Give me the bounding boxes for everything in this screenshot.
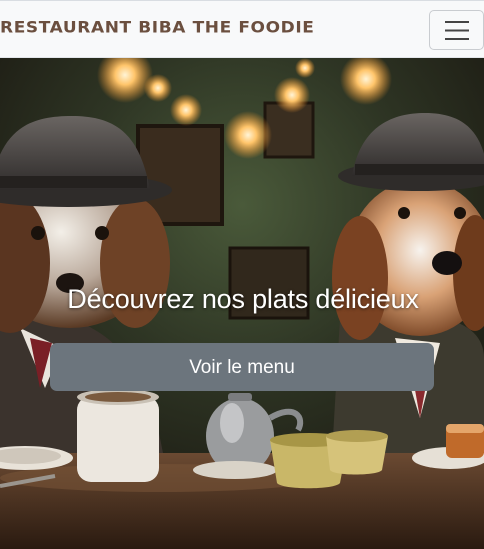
caption-title: Découvrez nos plats délicieux	[67, 284, 419, 314]
view-menu-button[interactable]: Voir le menu	[50, 343, 434, 391]
hero-carousel: Découvrez nos plats délicieux Voir le me…	[0, 58, 484, 549]
brand-link[interactable]: RESTAURANT BIBA THE FOODIE	[0, 19, 315, 37]
carousel-caption: Découvrez nos plats délicieux	[0, 284, 484, 315]
navbar: RESTAURANT BIBA THE FOODIE	[0, 0, 484, 58]
hamburger-icon	[445, 21, 469, 40]
navbar-toggler-button[interactable]	[429, 10, 484, 50]
